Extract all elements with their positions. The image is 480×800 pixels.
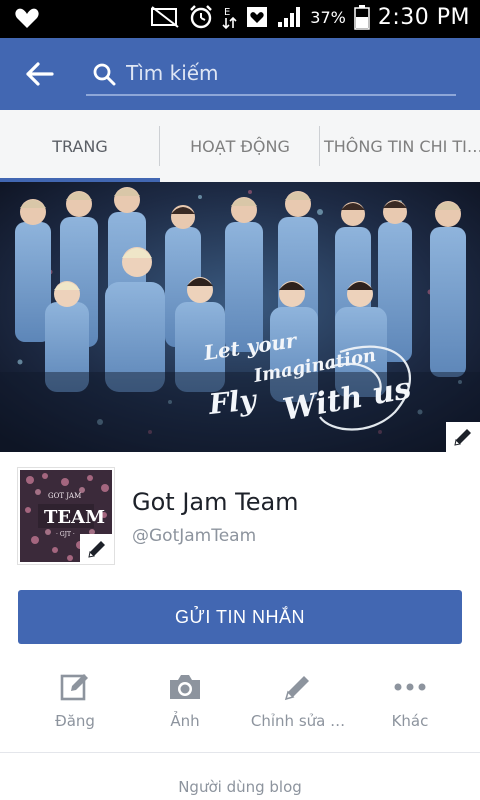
search-input[interactable]	[126, 58, 446, 88]
tab-divider	[319, 126, 320, 166]
svg-text:E: E	[224, 7, 230, 18]
page-username: @GotJamTeam	[132, 526, 257, 546]
tab-activity[interactable]: HOẠT ĐỘNG	[160, 110, 320, 182]
action-edit-button[interactable]: Chỉnh sửa …	[238, 664, 358, 744]
action-label: Chỉnh sửa …	[250, 712, 346, 730]
pencil-icon	[454, 429, 471, 446]
data-transfer-icon: E	[222, 7, 237, 30]
page-tabs: TRANG HOẠT ĐỘNG THÔNG TIN CHI TI…	[0, 110, 480, 182]
back-button[interactable]	[22, 58, 58, 90]
action-label: Khác	[391, 712, 429, 730]
pencil-icon	[88, 541, 105, 558]
page-category: Người dùng blog	[178, 778, 302, 796]
page-actions: Đăng Ảnh Chỉnh sửa … Khác	[0, 664, 480, 744]
page-title: Got Jam Team	[132, 488, 299, 516]
signal-icon	[278, 7, 301, 27]
cover-photo[interactable]: Let your Imagination Fly With us	[0, 182, 480, 452]
section-divider	[0, 752, 480, 753]
battery-icon	[354, 5, 370, 30]
more-icon	[394, 683, 426, 691]
svg-text:· GJT ·: · GJT ·	[56, 531, 75, 538]
app-header	[0, 38, 480, 110]
send-message-button[interactable]: GỬI TIN NHẮN	[18, 590, 462, 644]
svg-text:GOT JAM: GOT JAM	[48, 492, 81, 500]
tab-details[interactable]: THÔNG TIN CHI TI…	[320, 110, 480, 182]
pencil-icon	[284, 676, 309, 701]
action-label: Đăng	[55, 712, 95, 730]
camera-icon	[170, 675, 200, 699]
search-icon	[93, 63, 116, 86]
tab-label: HOẠT ĐỘNG	[190, 136, 290, 156]
compose-icon	[60, 674, 88, 701]
action-post-button[interactable]: Đăng	[15, 664, 135, 744]
status-time: 2:30 PM	[377, 4, 470, 30]
action-label: Ảnh	[170, 712, 200, 730]
tab-label: TRANG	[52, 136, 108, 156]
avatar-team-text: TEAM	[44, 507, 105, 528]
search-bar[interactable]	[86, 52, 456, 96]
svg-text:Fly: Fly	[206, 383, 259, 421]
status-bar: E 37% 2:30 PM	[0, 0, 480, 38]
mute-icon	[151, 6, 179, 28]
action-more-button[interactable]: Khác	[350, 664, 470, 744]
edit-profile-picture-button[interactable]	[80, 534, 114, 564]
tab-page[interactable]: TRANG	[0, 110, 160, 182]
cover-image: Let your Imagination Fly With us	[0, 182, 480, 452]
back-arrow-icon	[26, 62, 54, 86]
alarm-icon	[190, 5, 213, 29]
tab-divider	[159, 126, 160, 166]
favorite-card-icon	[247, 7, 268, 27]
tab-label: THÔNG TIN CHI TI…	[324, 136, 480, 156]
edit-cover-button[interactable]	[446, 422, 480, 452]
action-photo-button[interactable]: Ảnh	[125, 664, 245, 744]
heart-icon	[15, 8, 39, 28]
battery-percent: 37%	[310, 7, 346, 27]
